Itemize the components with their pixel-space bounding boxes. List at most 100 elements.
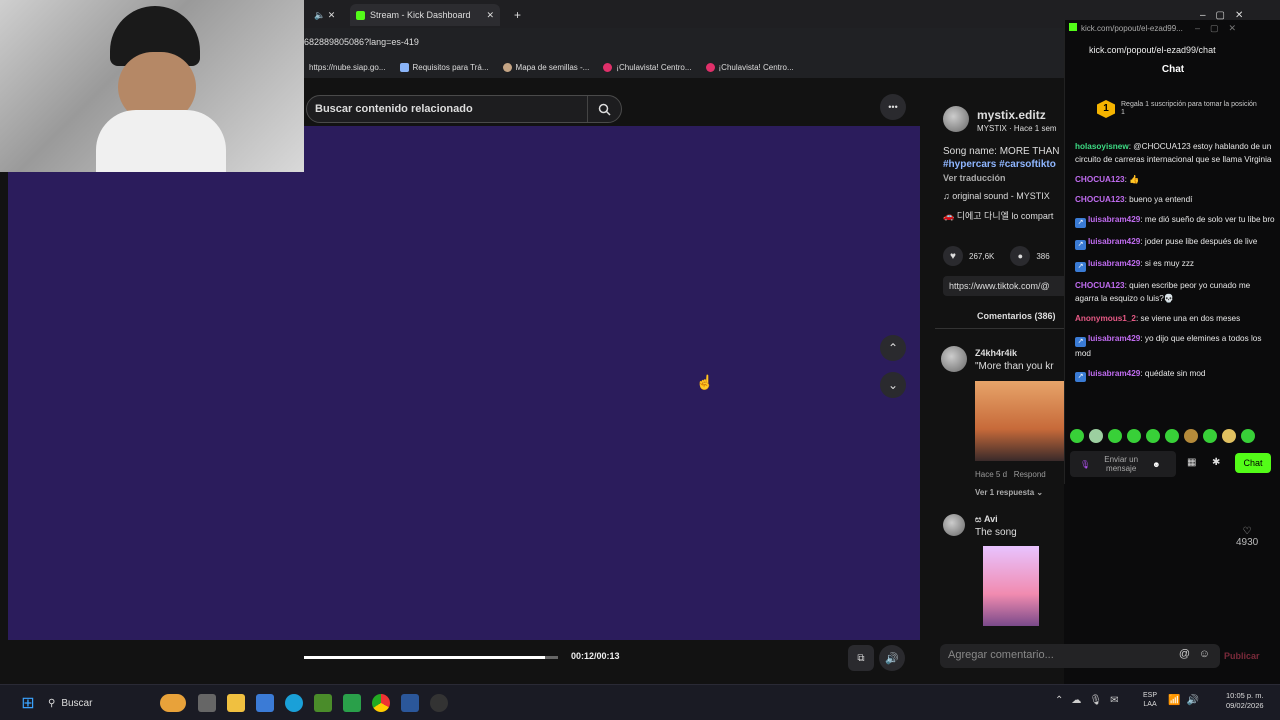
pip-icon[interactable]: ⧉ — [848, 645, 874, 671]
comment-like[interactable]: ♡ 4930 — [1236, 526, 1258, 548]
edge-icon[interactable] — [285, 694, 303, 712]
search-icon: ⚲ — [48, 697, 56, 709]
file-explorer-icon[interactable] — [227, 694, 245, 712]
chat-username[interactable]: Anonymous1_2 — [1075, 314, 1136, 323]
comment-user[interactable]: Z4kh4r4ik — [975, 348, 1017, 358]
chat-input[interactable]: 🎙 Enviar un mensaje ☻ — [1070, 451, 1176, 477]
translate-link[interactable]: Ver traducción — [943, 173, 1006, 183]
xbox-icon[interactable] — [343, 694, 361, 712]
bookmark-item[interactable]: Mapa de semillas -... — [502, 62, 589, 72]
reply-link[interactable]: Respond — [1014, 470, 1046, 479]
window-controls[interactable]: –▢✕ — [1195, 23, 1246, 34]
minecraft-icon[interactable] — [314, 694, 332, 712]
mic-icon[interactable]: 🎙 — [1080, 460, 1090, 469]
tab-audio-icon[interactable]: 🔈 ✕ — [308, 4, 341, 26]
tab-comments[interactable]: Comentarios (386) — [977, 311, 1056, 321]
chat-message: ↗ luisabram429: yo dijo que elemines a to… — [1075, 332, 1275, 360]
windows-start-icon[interactable]: ⊞ — [19, 694, 37, 712]
widget-icon[interactable] — [160, 694, 186, 712]
emote-icon[interactable] — [1127, 429, 1141, 443]
word-icon[interactable] — [401, 694, 419, 712]
tray-icons[interactable]: ⌃☁🎙✉ — [1055, 695, 1126, 706]
chat-text: : joder puse libe después de live — [1140, 237, 1258, 246]
tab-kick-dashboard[interactable]: Stream - Kick Dashboard ✕ — [350, 4, 500, 26]
likes-count: 267,6K — [969, 251, 995, 261]
chat-text: : 👍 — [1124, 175, 1140, 184]
emote-icon[interactable] — [1070, 429, 1084, 443]
chat-username[interactable]: holasoyisnew — [1075, 142, 1129, 151]
chevron-up-icon[interactable]: ⌃ — [880, 335, 906, 361]
comment-image[interactable] — [975, 381, 1064, 461]
comment-image[interactable] — [983, 546, 1039, 626]
emote-icon[interactable] — [1241, 429, 1255, 443]
pinned-gift-banner[interactable]: Regala 1 suscripción para tomar la posic… — [1121, 101, 1261, 117]
more-options-button[interactable]: ••• — [880, 94, 906, 120]
heart-icon[interactable]: ♥ — [943, 246, 963, 266]
shirt-shape — [96, 110, 226, 172]
comment-text: The song — [975, 527, 1017, 538]
chrome-icon[interactable] — [372, 694, 390, 712]
popout-address[interactable]: kick.com/popout/el-ezad99/chat — [1089, 45, 1216, 55]
emote-icon[interactable] — [1108, 429, 1122, 443]
mention-icon[interactable]: @ — [1179, 648, 1190, 660]
url-bar[interactable]: 682889805086?lang=es-419 — [304, 28, 1064, 56]
gear-icon[interactable]: ✱ — [1212, 457, 1220, 468]
emote-bar — [1070, 429, 1255, 443]
emote-icon[interactable] — [1165, 429, 1179, 443]
post-link[interactable]: https://www.tiktok.com/@ — [943, 276, 1064, 296]
emote-icon[interactable] — [1222, 429, 1236, 443]
chat-username[interactable]: luisabram429 — [1088, 334, 1140, 343]
sound-row[interactable]: ♫ original sound - MYSTIX — [943, 191, 1050, 201]
publish-button[interactable]: Publicar — [1224, 651, 1260, 661]
search-input[interactable]: Buscar contenido relacionado — [306, 95, 622, 123]
obs-icon[interactable] — [430, 694, 448, 712]
network-volume-icons[interactable]: 📶🔊 — [1168, 695, 1205, 706]
volume-icon[interactable]: 🔊 — [879, 645, 905, 671]
bookmark-item[interactable]: Requisitos para Trá... — [399, 62, 489, 72]
emote-icon[interactable] — [1089, 429, 1103, 443]
comment-like-count: 4930 — [1236, 537, 1259, 548]
site-icon — [603, 62, 613, 72]
commenter-avatar[interactable] — [943, 514, 965, 536]
chevron-down-icon: ⌄ — [1036, 488, 1044, 497]
chat-send-button[interactable]: Chat — [1235, 453, 1271, 473]
add-comment-input[interactable]: Agregar comentario... @ ☺ — [940, 644, 1220, 668]
chat-username[interactable]: luisabram429 — [1088, 215, 1140, 224]
author-avatar[interactable] — [943, 106, 969, 132]
chat-username[interactable]: CHOCUA123 — [1075, 281, 1125, 290]
view-replies[interactable]: Ver 1 respuesta ⌄ — [975, 488, 1043, 497]
comment-user[interactable]: ස Avi — [975, 514, 998, 525]
bookmark-item[interactable]: ¡Chulavista! Centro... — [705, 62, 794, 72]
chat-username[interactable]: CHOCUA123 — [1075, 195, 1125, 204]
chat-username[interactable]: CHOCUA123 — [1075, 175, 1125, 184]
store-icon[interactable] — [256, 694, 274, 712]
kick-chat-popout: kick.com/popout/el-ezad99... –▢✕ kick.co… — [1064, 20, 1280, 484]
language-indicator[interactable]: ESP LAA — [1143, 691, 1157, 709]
author-name[interactable]: mystix.editz — [977, 108, 1046, 122]
task-view-icon[interactable] — [198, 694, 216, 712]
post-hashtags[interactable]: #hypercars #carsoftikto — [943, 159, 1056, 170]
rank-badge: 1 — [1097, 100, 1115, 118]
chat-username[interactable]: luisabram429 — [1088, 237, 1140, 246]
emoji-icon[interactable]: ☺ — [1199, 648, 1210, 660]
gift-icon[interactable]: ▦ — [1187, 457, 1196, 468]
chat-username[interactable]: luisabram429 — [1088, 259, 1140, 268]
search-icon[interactable] — [587, 96, 621, 122]
video-player[interactable] — [8, 126, 920, 640]
chat-username[interactable]: luisabram429 — [1088, 369, 1140, 378]
bookmark-label: ¡Chulavista! Centro... — [718, 62, 794, 72]
new-tab-button[interactable]: + — [508, 4, 527, 26]
bookmark-item[interactable]: ¡Chulavista! Centro... — [603, 62, 692, 72]
emote-icon[interactable] — [1146, 429, 1160, 443]
comment-icon[interactable]: ● — [1010, 246, 1031, 266]
close-icon[interactable]: ✕ — [486, 10, 494, 21]
bookmark-item[interactable]: https://nube.siap.go... — [309, 63, 386, 72]
emoji-icon[interactable]: ☻ — [1152, 460, 1160, 469]
emote-icon[interactable] — [1184, 429, 1198, 443]
clock[interactable]: 10:05 p. m. 09/02/2026 — [1226, 691, 1264, 711]
chevron-down-icon[interactable]: ⌄ — [880, 372, 906, 398]
add-comment-placeholder: Agregar comentario... — [948, 649, 1054, 661]
commenter-avatar[interactable] — [941, 346, 967, 372]
emote-icon[interactable] — [1203, 429, 1217, 443]
video-progress-bar[interactable] — [304, 656, 558, 659]
